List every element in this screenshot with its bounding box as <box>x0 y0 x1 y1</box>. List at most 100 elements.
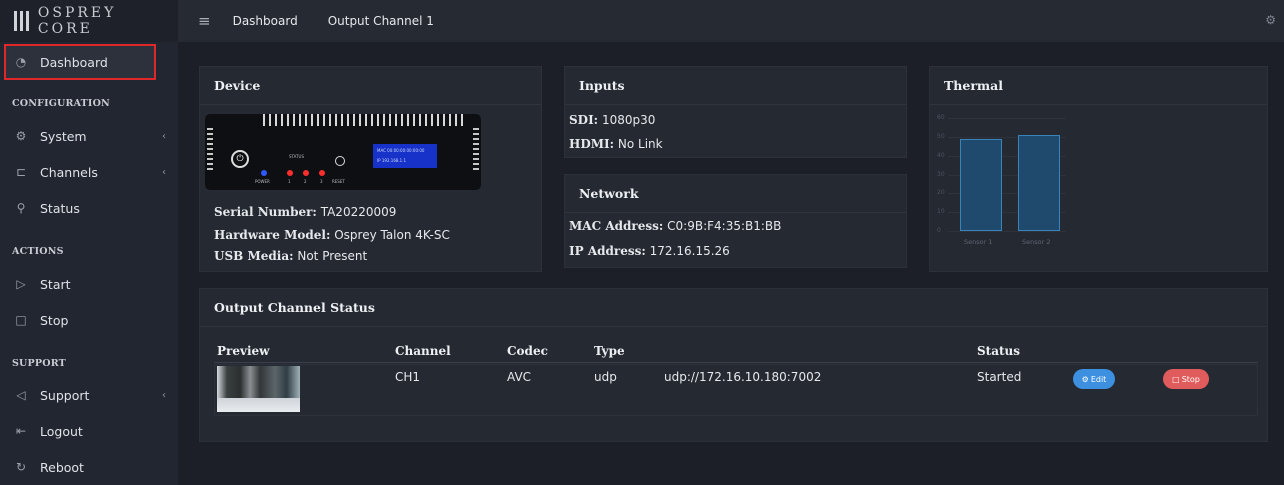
stop-button-label: Stop <box>1181 374 1200 384</box>
ip-address: IP Address: 172.16.15.26 <box>569 244 730 258</box>
chevron-left-icon: ‹ <box>162 130 166 142</box>
sidebar-item-label: Reboot <box>40 459 84 475</box>
brand: OSPREY CORE <box>0 0 178 42</box>
menu-icon[interactable]: ≡ <box>198 12 211 30</box>
usb-media-value: Not Present <box>297 249 368 263</box>
device-label-status: STATUS <box>289 154 305 159</box>
sidebar-item-stop[interactable]: □ Stop <box>0 302 178 338</box>
sidebar-item-system[interactable]: ⚙ System ‹ <box>0 118 178 154</box>
stop-icon: □ <box>15 313 27 327</box>
gear-icon: ⚙ <box>15 129 27 143</box>
panel-title: Network <box>565 175 906 213</box>
cell-type: udp <box>594 370 617 384</box>
sidebar-item-label: Channels <box>40 164 98 180</box>
brand-name: OSPREY CORE <box>37 5 117 37</box>
sidebar-item-channels[interactable]: ⊏ Channels ‹ <box>0 154 178 190</box>
dashboard-icon: ◔ <box>15 55 27 69</box>
table-header-divider <box>214 362 1258 363</box>
mac-address-value: C0:9B:F4:35:B1:BB <box>667 219 782 233</box>
usb-media-label: USB Media: <box>214 249 294 263</box>
device-label-led: 2 <box>304 179 307 184</box>
panel-title: Output Channel Status <box>200 289 1267 327</box>
sidebar-item-status[interactable]: ⚲ Status <box>0 190 178 226</box>
device-lcd: MAC 00:00:00:00:00:00 IP 192.168.1.1 <box>373 144 437 168</box>
column-header-codec: Codec <box>507 344 548 358</box>
device-label-power: POWER <box>255 179 270 184</box>
breadcrumb-output-channel[interactable]: Output Channel 1 <box>328 14 434 28</box>
chevron-left-icon: ‹ <box>162 389 166 401</box>
play-icon: ▷ <box>16 277 26 291</box>
section-support: SUPPORT <box>12 358 66 369</box>
edit-button-label: Edit <box>1090 374 1107 384</box>
cell-codec: AVC <box>507 370 532 384</box>
osprey-logo-icon <box>10 8 34 34</box>
section-configuration: CONFIGURATION <box>12 98 110 109</box>
sdi-value: 1080p30 <box>601 113 656 127</box>
logout-icon: ⇤ <box>15 424 27 438</box>
cell-url: udp://172.16.10.180:7002 <box>664 370 822 384</box>
sidebar-item-label: System <box>40 128 87 144</box>
sdi-input: SDI: 1080p30 <box>569 113 655 127</box>
column-header-preview: Preview <box>217 344 270 358</box>
y-tick-label: 60 <box>937 114 945 121</box>
grid-line <box>948 231 1066 232</box>
thermal-bar <box>1018 134 1060 231</box>
cell-channel: CH1 <box>395 370 421 384</box>
ip-address-label: IP Address: <box>569 244 646 258</box>
section-actions: ACTIONS <box>12 246 64 257</box>
mac-address: MAC Address: C0:9B:F4:35:B1:BB <box>569 219 781 233</box>
y-tick-label: 30 <box>937 170 945 178</box>
column-header-channel: Channel <box>395 344 451 358</box>
panel-title: Thermal <box>930 67 1267 105</box>
serial-number-label: Serial Number: <box>214 205 317 219</box>
sidebar-item-reboot[interactable]: ↻ Reboot <box>0 449 178 485</box>
y-tick-label: 20 <box>937 189 945 197</box>
hdmi-label: HDMI: <box>569 137 615 151</box>
sidebar-item-logout[interactable]: ⇤ Logout <box>0 413 178 449</box>
panel-title: Device <box>200 67 541 105</box>
sidebar-item-label: Dashboard <box>40 54 108 70</box>
thermal-bar <box>960 138 1002 231</box>
hardware-model-label: Hardware Model: <box>214 228 331 242</box>
device-label-led: 1 <box>288 179 291 184</box>
device-side-vent <box>207 128 213 172</box>
ip-address-value: 172.16.15.26 <box>649 244 730 258</box>
reset-icon <box>335 156 345 166</box>
reboot-icon: ↻ <box>15 460 27 474</box>
y-tick-label: 0 <box>937 227 941 234</box>
status-led <box>303 170 309 176</box>
channels-icon: ⊏ <box>15 165 27 179</box>
breadcrumb-dashboard[interactable]: Dashboard <box>233 14 298 28</box>
send-icon: ◁ <box>16 388 26 402</box>
edit-button[interactable]: ⚙ Edit <box>1073 369 1115 389</box>
serial-number: Serial Number: TA20220009 <box>214 205 396 219</box>
hardware-model-value: Osprey Talon 4K-SC <box>334 228 450 242</box>
sidebar-item-start[interactable]: ▷ Start <box>0 266 178 302</box>
sidebar-item-label: Logout <box>40 423 83 439</box>
lcd-line-ip: IP 192.168.1.1 <box>377 158 407 163</box>
top-bar: ≡ Dashboard Output Channel 1 ⚙ <box>178 0 1284 42</box>
status-led <box>287 170 293 176</box>
device-label-reset: RESET <box>332 179 345 184</box>
sidebar: OSPREY CORE ◔ Dashboard CONFIGURATION ⚙ … <box>0 0 178 485</box>
device-vent <box>263 114 463 126</box>
sidebar-item-label: Stop <box>40 312 69 328</box>
search-icon: ⚲ <box>16 201 26 215</box>
stop-button[interactable]: □ Stop <box>1163 369 1209 389</box>
gear-icon: ⚙ <box>1081 374 1089 384</box>
x-tick-label: Sensor 2 <box>1022 238 1051 246</box>
grid-line <box>948 118 1066 119</box>
cell-status: Started <box>977 370 1022 384</box>
y-tick-label: 50 <box>937 132 945 140</box>
sidebar-item-label: Status <box>40 200 80 216</box>
power-led <box>261 170 267 176</box>
device-image: ⏻ STATUS POWER 1 2 3 RESET MAC 00:00:00:… <box>205 114 481 190</box>
usb-media: USB Media: Not Present <box>214 249 367 263</box>
sidebar-item-dashboard[interactable]: ◔ Dashboard <box>4 44 156 80</box>
hdmi-input: HDMI: No Link <box>569 137 663 151</box>
channel-preview-thumbnail[interactable] <box>217 366 300 412</box>
sidebar-item-support[interactable]: ◁ Support ‹ <box>0 377 178 413</box>
sdi-label: SDI: <box>569 113 599 127</box>
device-label-led: 3 <box>320 179 323 184</box>
gear-icon[interactable]: ⚙ <box>1265 13 1276 27</box>
